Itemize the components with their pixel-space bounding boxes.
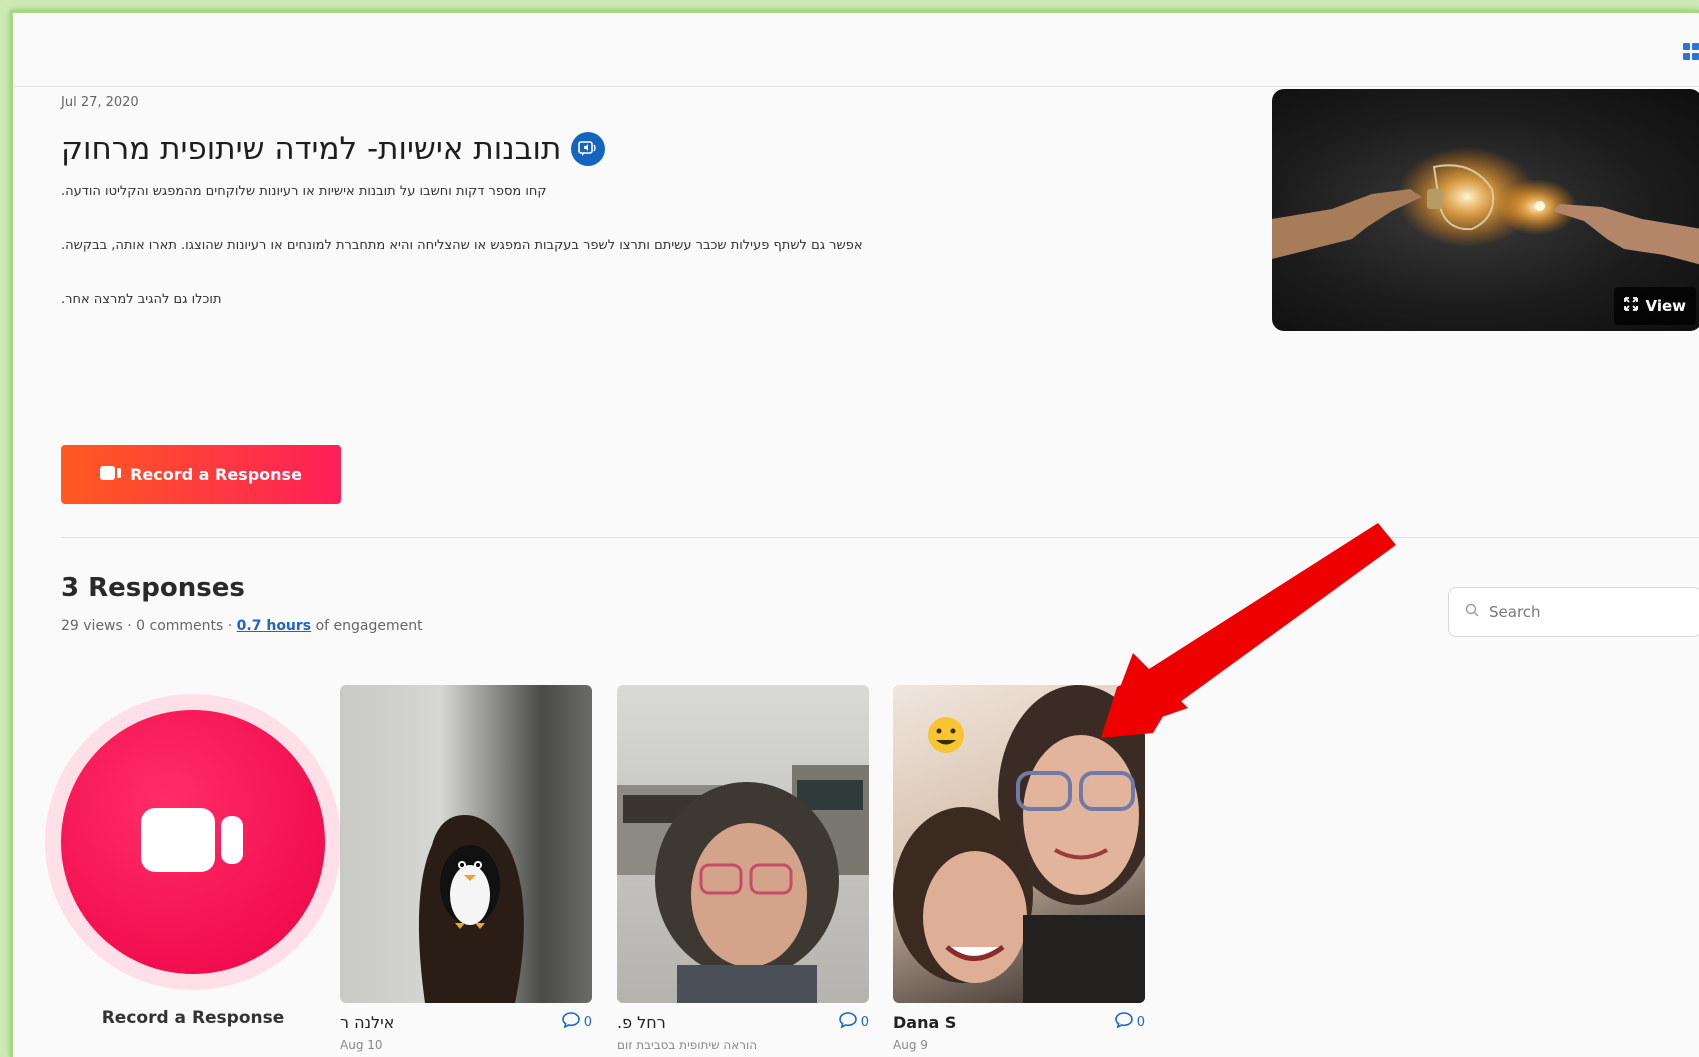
comment-count-value: 0 bbox=[583, 1014, 592, 1030]
description-line-3: .תוכלו גם להגיב למרצה אחר bbox=[61, 292, 222, 307]
card-meta: Dana S 0 bbox=[893, 1012, 1145, 1032]
app-frame: Jul 27, 2020 תובנות אישיות- למידה שיתופי… bbox=[10, 10, 1699, 1057]
response-subtitle: הוראה שיתופית בסביבת זום bbox=[617, 1038, 758, 1052]
comment-count[interactable]: 0 bbox=[1114, 1012, 1145, 1032]
response-video-thumbnail[interactable] bbox=[617, 685, 869, 1003]
view-button[interactable]: View bbox=[1614, 287, 1696, 325]
response-date: Aug 9 bbox=[893, 1038, 928, 1052]
response-card[interactable]: .רחל פ 0 הוראה שיתופית בסביבת זום bbox=[617, 685, 869, 1052]
penguin-mask-photo bbox=[418, 815, 524, 1003]
record-response-button[interactable]: Record a Response bbox=[61, 445, 341, 504]
description-line-2: .אפשר גם לשתף פעילות שכבר עשיתם ותרצו לש… bbox=[61, 238, 863, 253]
title-row: תובנות אישיות- למידה שיתופית מרחוק bbox=[61, 129, 606, 169]
comment-count[interactable]: 0 bbox=[838, 1012, 869, 1032]
stats-suffix: of engagement bbox=[311, 618, 423, 634]
comment-count-value: 0 bbox=[860, 1014, 869, 1030]
engagement-link[interactable]: 0.7 hours bbox=[237, 618, 311, 634]
response-date: Aug 10 bbox=[340, 1038, 383, 1052]
responder-name: אילנה ר bbox=[340, 1012, 395, 1032]
page-title: תובנות אישיות- למידה שיתופית מרחוק bbox=[61, 131, 562, 167]
section-divider bbox=[61, 537, 1699, 538]
search-icon bbox=[1465, 603, 1479, 621]
family-photo bbox=[893, 685, 1145, 1003]
post-date: Jul 27, 2020 bbox=[61, 95, 139, 110]
main-content: Jul 27, 2020 תובנות אישיות- למידה שיתופי… bbox=[13, 13, 1699, 1057]
description-line-1: .קחו מספר דקות וחשבו על תובנות אישיות או… bbox=[61, 184, 547, 199]
expand-icon bbox=[1624, 297, 1639, 315]
responder-name: .רחל פ bbox=[617, 1012, 666, 1032]
comment-count-value: 0 bbox=[1136, 1014, 1145, 1030]
card-meta: .רחל פ 0 bbox=[617, 1012, 869, 1032]
teacher-photo bbox=[617, 765, 869, 1003]
responses-heading: 3 Responses bbox=[61, 573, 245, 603]
record-video-button[interactable] bbox=[61, 710, 325, 974]
audio-topic-icon bbox=[571, 132, 606, 166]
comment-icon bbox=[1114, 1012, 1133, 1032]
search-placeholder: Search bbox=[1489, 603, 1541, 621]
card-meta: אילנה ר 0 bbox=[340, 1012, 592, 1032]
record-video-label: Record a Response bbox=[101, 1008, 285, 1028]
record-response-label: Record a Response bbox=[130, 465, 302, 484]
response-card[interactable]: Dana S 0 Aug 9 bbox=[893, 685, 1145, 1052]
search-input[interactable]: Search bbox=[1448, 587, 1699, 637]
response-video-thumbnail[interactable] bbox=[340, 685, 592, 1003]
video-camera-icon bbox=[100, 465, 122, 484]
response-card[interactable]: אילנה ר 0 Aug 10 bbox=[340, 685, 592, 1052]
comment-count[interactable]: 0 bbox=[561, 1012, 592, 1032]
comment-icon bbox=[838, 1012, 857, 1032]
view-label: View bbox=[1645, 297, 1686, 315]
stats-prefix: 29 views · 0 comments · bbox=[61, 618, 237, 634]
responder-name: Dana S bbox=[893, 1012, 957, 1032]
video-camera-icon bbox=[141, 808, 245, 876]
comment-icon bbox=[561, 1012, 580, 1032]
responses-stats: 29 views · 0 comments · 0.7 hours of eng… bbox=[61, 618, 423, 634]
topic-thumbnail[interactable]: View bbox=[1272, 89, 1699, 331]
response-video-thumbnail[interactable] bbox=[893, 685, 1145, 1003]
